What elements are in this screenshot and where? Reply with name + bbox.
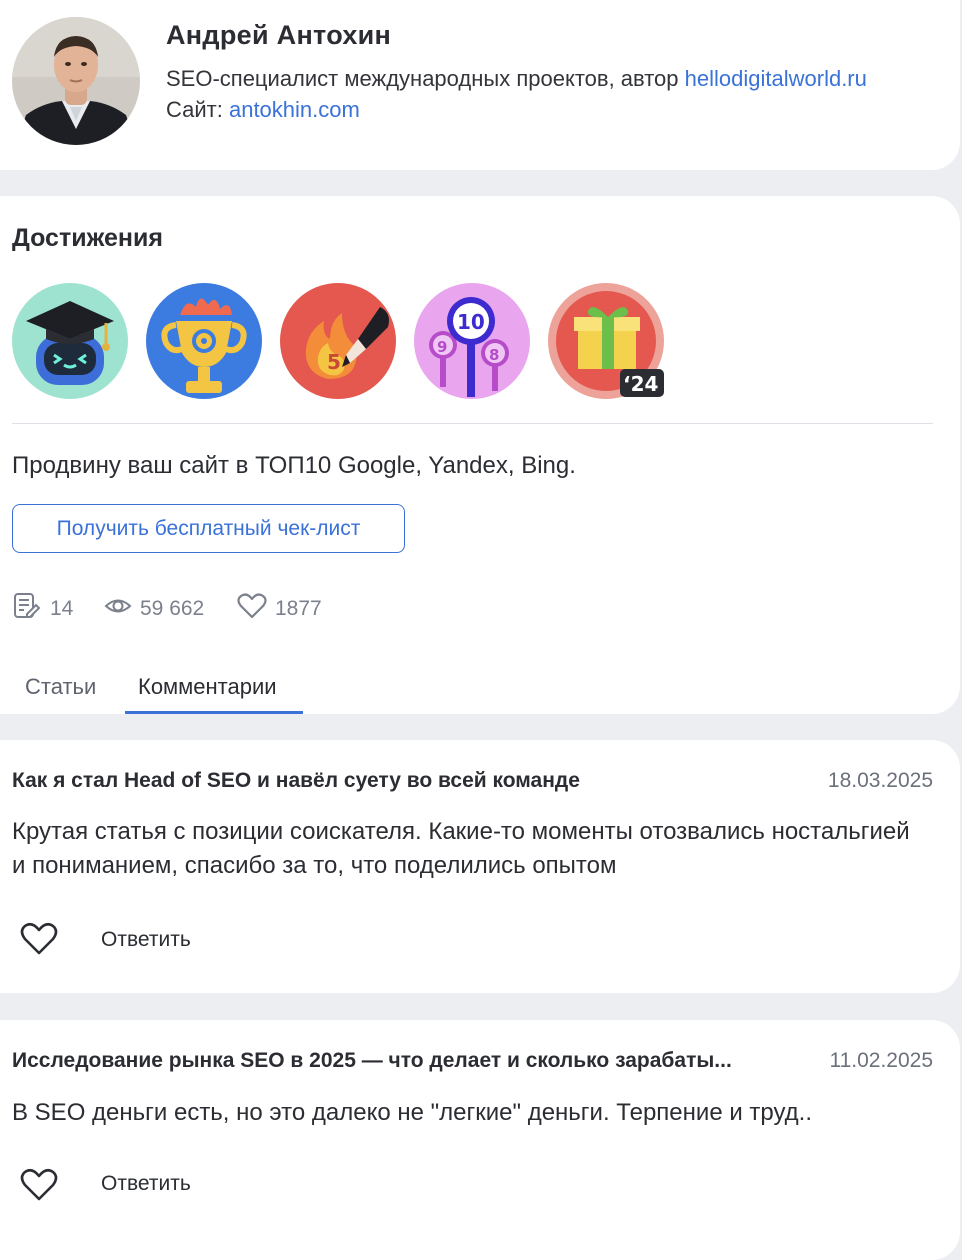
author-name: Андрей Антохин [166,20,392,50]
stat-likes: 1877 [237,591,322,627]
badge-flame-number: 5 [327,350,341,374]
badge-gift-icon[interactable]: ‘24 [548,283,664,399]
divider [12,423,933,424]
svg-text:8: 8 [489,346,499,364]
svg-text:10: 10 [457,310,485,334]
stat-articles-count: 14 [50,597,74,620]
reply-button[interactable]: Ответить [101,1172,191,1196]
stat-articles: 14 [12,591,74,627]
active-tab-indicator [125,711,303,714]
like-button[interactable] [20,920,58,956]
author-blog-link[interactable]: hellodigitalworld.ru [685,66,867,91]
stat-likes-count: 1877 [275,597,322,620]
document-edit-icon [12,591,42,627]
author-description: SEO-специалист международных проектов, а… [166,66,867,92]
svg-text:9: 9 [437,338,447,356]
badge-graduation-robot-icon[interactable] [12,283,128,399]
author-site: Сайт: antokhin.com [166,97,360,123]
reply-button[interactable]: Ответить [101,928,191,952]
badge-year-tag: ‘24 [623,372,658,396]
comment-article-title[interactable]: Исследование рынка SEO в 2025 — что дела… [12,1049,787,1073]
achievements-title: Достижения [12,224,163,252]
badge-trophy-icon[interactable] [146,283,262,399]
free-checklist-button[interactable]: Получить бесплатный чек-лист [12,504,405,553]
comment-date: 18.03.2025 [827,769,933,792]
comment-article-title[interactable]: Как я стал Head of SEO и навёл суету во … [12,769,792,793]
stat-views-count: 59 662 [140,597,205,620]
tab-articles[interactable]: Статьи [25,674,96,700]
badge-ranking-pins-icon[interactable]: 9 8 10 [414,283,530,399]
stat-views: 59 662 [104,594,204,624]
author-description-text: SEO-специалист международных проектов, а… [166,66,685,91]
eye-icon [104,591,132,627]
comment-date: 11.02.2025 [829,1049,933,1072]
tab-comments[interactable]: Комментарии [138,674,277,700]
comment-text: В SEO деньги есть, но это далеко не "лег… [12,1099,813,1126]
badge-flame-pen-icon[interactable]: 5 [280,283,396,399]
author-site-link[interactable]: antokhin.com [229,97,360,122]
avatar[interactable] [12,17,140,145]
author-site-label: Сайт: [166,97,229,122]
promo-text: Продвину ваш сайт в ТОП10 Google, Yandex… [12,452,576,479]
comment-text: Крутая статья с позиции соискателя. Каки… [12,818,910,879]
like-button[interactable] [20,1166,58,1202]
heart-icon [237,591,267,627]
